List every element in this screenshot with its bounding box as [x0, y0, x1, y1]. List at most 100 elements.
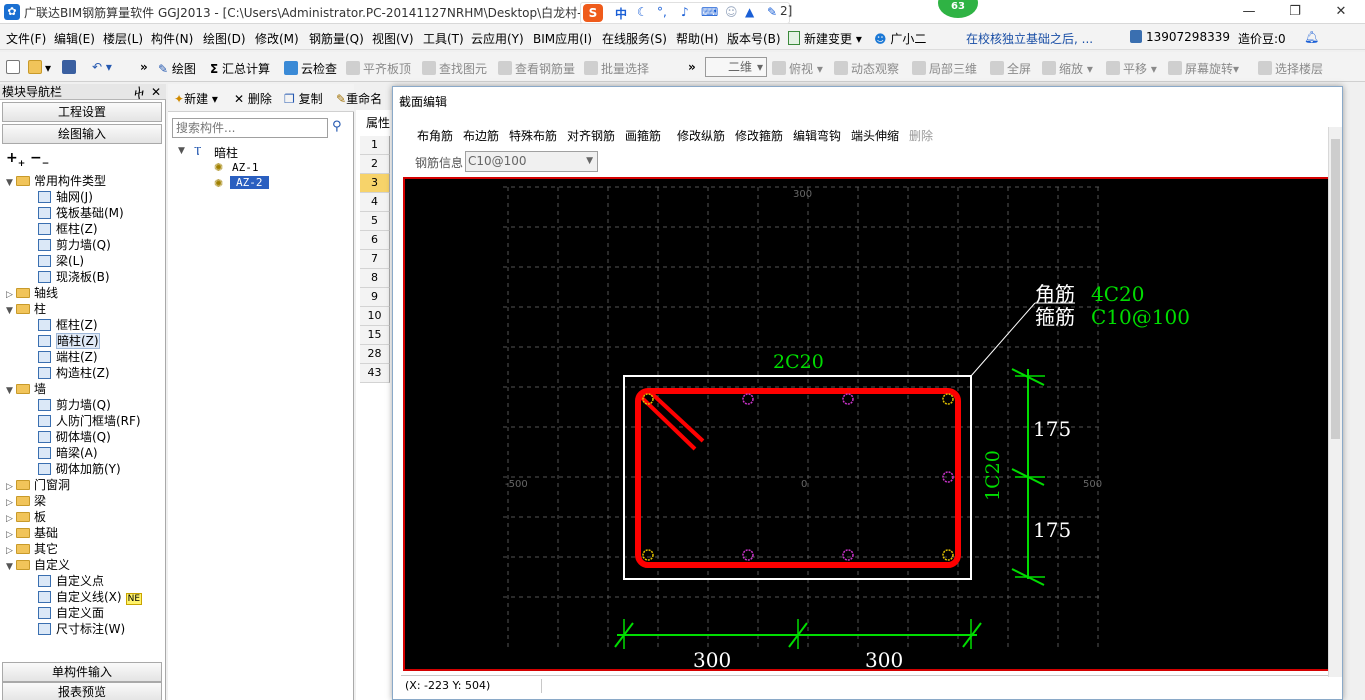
tree-folder-19[interactable]: ▷ 门窗洞 [6, 478, 70, 494]
tree-folder-8[interactable]: ▼ 柱 [6, 302, 46, 318]
grid-row-number[interactable]: 1 [360, 136, 390, 155]
grid-row-number[interactable]: 3 [360, 174, 390, 193]
grid-row-number[interactable]: 9 [360, 288, 390, 307]
account[interactable]: 13907298339 [1130, 30, 1230, 44]
menu-cloud[interactable]: 云应用(Y) [471, 30, 524, 47]
rotate-screen-button[interactable]: 屏幕旋转▾ [1168, 60, 1239, 77]
new-component-button[interactable]: ✦新建 ▾ [174, 90, 218, 107]
collapse-all-icon[interactable]: −− [30, 150, 49, 169]
menu-bim[interactable]: BIM应用(I) [533, 30, 592, 47]
edge-bar-point[interactable] [842, 393, 854, 405]
menu-online[interactable]: 在线服务(S) [602, 30, 667, 47]
view-mode-select[interactable]: 二维 ▾ [705, 57, 767, 77]
single-component-button[interactable]: 单构件输入 [2, 662, 162, 682]
mic-icon[interactable]: ♪ [681, 5, 689, 19]
menu-view[interactable]: 视图(V) [372, 30, 414, 47]
tree-item-5[interactable]: 梁(L) [38, 254, 84, 268]
menu-file[interactable]: 文件(F) [6, 30, 46, 47]
menu-rebar-qty[interactable]: 钢筋量(Q) [309, 30, 364, 47]
chevron-right-icon[interactable]: ▷ [6, 288, 16, 302]
section-tool-3[interactable]: 对齐钢筋 [567, 127, 615, 144]
dim-vertical-1[interactable]: 175 [1033, 417, 1071, 441]
dim-horizontal-2[interactable]: 300 [865, 648, 903, 669]
dim-horizontal-1[interactable]: 300 [693, 648, 731, 669]
section-tool-1[interactable]: 布边筋 [463, 127, 499, 144]
nav-close-icon[interactable]: ✕ [151, 84, 161, 100]
grid-row-number[interactable]: 5 [360, 212, 390, 231]
corner-bar-point[interactable] [642, 549, 654, 561]
align-top-button[interactable]: 平齐板顶 [346, 60, 411, 77]
draw-button[interactable]: ✎ 绘图 [158, 60, 196, 77]
menu-component[interactable]: 构件(N) [151, 30, 193, 47]
local-3d-button[interactable]: 局部三维 [912, 60, 977, 77]
component-search-input[interactable]: 搜索构件... [172, 118, 328, 138]
component-root[interactable]: 暗柱 [214, 144, 238, 161]
wrench-icon[interactable]: ✎ [767, 5, 777, 19]
find-element-button[interactable]: 查找图元 [422, 60, 487, 77]
dynamic-view-button[interactable]: 动态观察 [834, 60, 899, 77]
maximize-button[interactable]: ❐ [1280, 2, 1310, 22]
component-item-az2[interactable]: AZ-2 [230, 176, 269, 189]
pin-icon[interactable]: ⴕ [134, 84, 144, 100]
select-floor-button[interactable]: 选择楼层 [1258, 60, 1323, 77]
chevron-right-icon[interactable]: ▷ [6, 528, 16, 542]
chevron-down-icon[interactable]: ▼ [6, 176, 16, 190]
edge-bar-point[interactable] [742, 549, 754, 561]
tree-folder-7[interactable]: ▷ 轴线 [6, 286, 58, 302]
chevron-right-icon[interactable]: ▷ [6, 480, 16, 494]
menu-draw[interactable]: 绘图(D) [203, 30, 246, 47]
sum-button[interactable]: Σ 汇总计算 [210, 60, 270, 77]
cloud-check-button[interactable]: 云检查 [284, 60, 337, 77]
tree-folder-22[interactable]: ▷ 基础 [6, 526, 58, 542]
tree-item-15[interactable]: 人防门框墙(RF) [38, 414, 141, 428]
tree-item-2[interactable]: 筏板基础(M) [38, 206, 124, 220]
search-icon[interactable]: ⚲ [332, 119, 342, 134]
tree-item-25[interactable]: 自定义点 [38, 574, 104, 588]
section-drawing[interactable]: 300 -500 0 500 角筋 4C20 箍筋 C10@100 2C20 1… [405, 179, 1331, 669]
tree-item-11[interactable]: 端柱(Z) [38, 350, 98, 364]
tree-item-14[interactable]: 剪力墙(Q) [38, 398, 111, 412]
tree-item-26[interactable]: 自定义线(X) NE [38, 590, 143, 606]
tree-folder-20[interactable]: ▷ 梁 [6, 494, 46, 510]
toolbar-overflow-icon[interactable]: » [140, 60, 148, 74]
grid-row-number[interactable]: 7 [360, 250, 390, 269]
grid-row-number[interactable]: 2 [360, 155, 390, 174]
section-canvas[interactable]: 300 -500 0 500 角筋 4C20 箍筋 C10@100 2C20 1… [403, 177, 1333, 671]
toolbar-overflow-icon-2[interactable]: » [688, 60, 696, 74]
minimize-button[interactable]: — [1234, 2, 1264, 22]
section-tool-0[interactable]: 布角筋 [417, 127, 453, 144]
menu-tools[interactable]: 工具(T) [423, 30, 464, 47]
tree-toggle-icon[interactable]: ▼ [178, 146, 185, 156]
rebar-info-select[interactable]: C10@100 ▼ [465, 151, 598, 172]
report-preview-button[interactable]: 报表预览 [2, 682, 162, 700]
delete-component-button[interactable]: ✕ 删除 [234, 90, 272, 107]
tree-item-6[interactable]: 现浇板(B) [38, 270, 110, 284]
tree-item-3[interactable]: 框柱(Z) [38, 222, 98, 236]
tree-item-27[interactable]: 自定义面 [38, 606, 104, 620]
grid-row-number[interactable]: 28 [360, 345, 390, 364]
grid-row-number[interactable]: 4 [360, 193, 390, 212]
section-tool-7[interactable]: 编辑弯钩 [793, 127, 841, 144]
menu-help[interactable]: 帮助(H) [676, 30, 718, 47]
tree-folder-23[interactable]: ▷ 其它 [6, 542, 58, 558]
grid-row-number[interactable]: 43 [360, 364, 390, 383]
ime-mode-icon[interactable]: 中 [615, 5, 627, 22]
batch-select-button[interactable]: 批量选择 [584, 60, 649, 77]
stirrup-rebar[interactable] [635, 388, 961, 568]
tree-folder-13[interactable]: ▼ 墙 [6, 382, 46, 398]
undo-icon[interactable]: ↶ ▾ [92, 60, 112, 74]
drawing-input-button[interactable]: 绘图输入 [2, 124, 162, 144]
menu-version[interactable]: 版本号(B) [727, 30, 781, 47]
tree-item-10[interactable]: 暗柱(Z) [38, 333, 100, 349]
tree-item-18[interactable]: 砌体加筋(Y) [38, 462, 121, 476]
menu-assistant[interactable]: ☻ 广小二 [874, 30, 926, 47]
keyboard-icon[interactable]: ⌨ [701, 5, 718, 19]
pan-button[interactable]: 平移 ▾ [1106, 60, 1157, 77]
save-icon[interactable] [62, 60, 79, 75]
section-tool-9[interactable]: 删除 [909, 127, 933, 144]
notification-badge[interactable]: 63 [938, 0, 978, 18]
menu-new-change[interactable]: 新建变更 ▾ [788, 30, 862, 47]
component-item-az1[interactable]: AZ-1 [232, 161, 259, 174]
new-file-icon[interactable] [6, 60, 23, 75]
shirt-icon[interactable]: ▲ [745, 5, 754, 19]
